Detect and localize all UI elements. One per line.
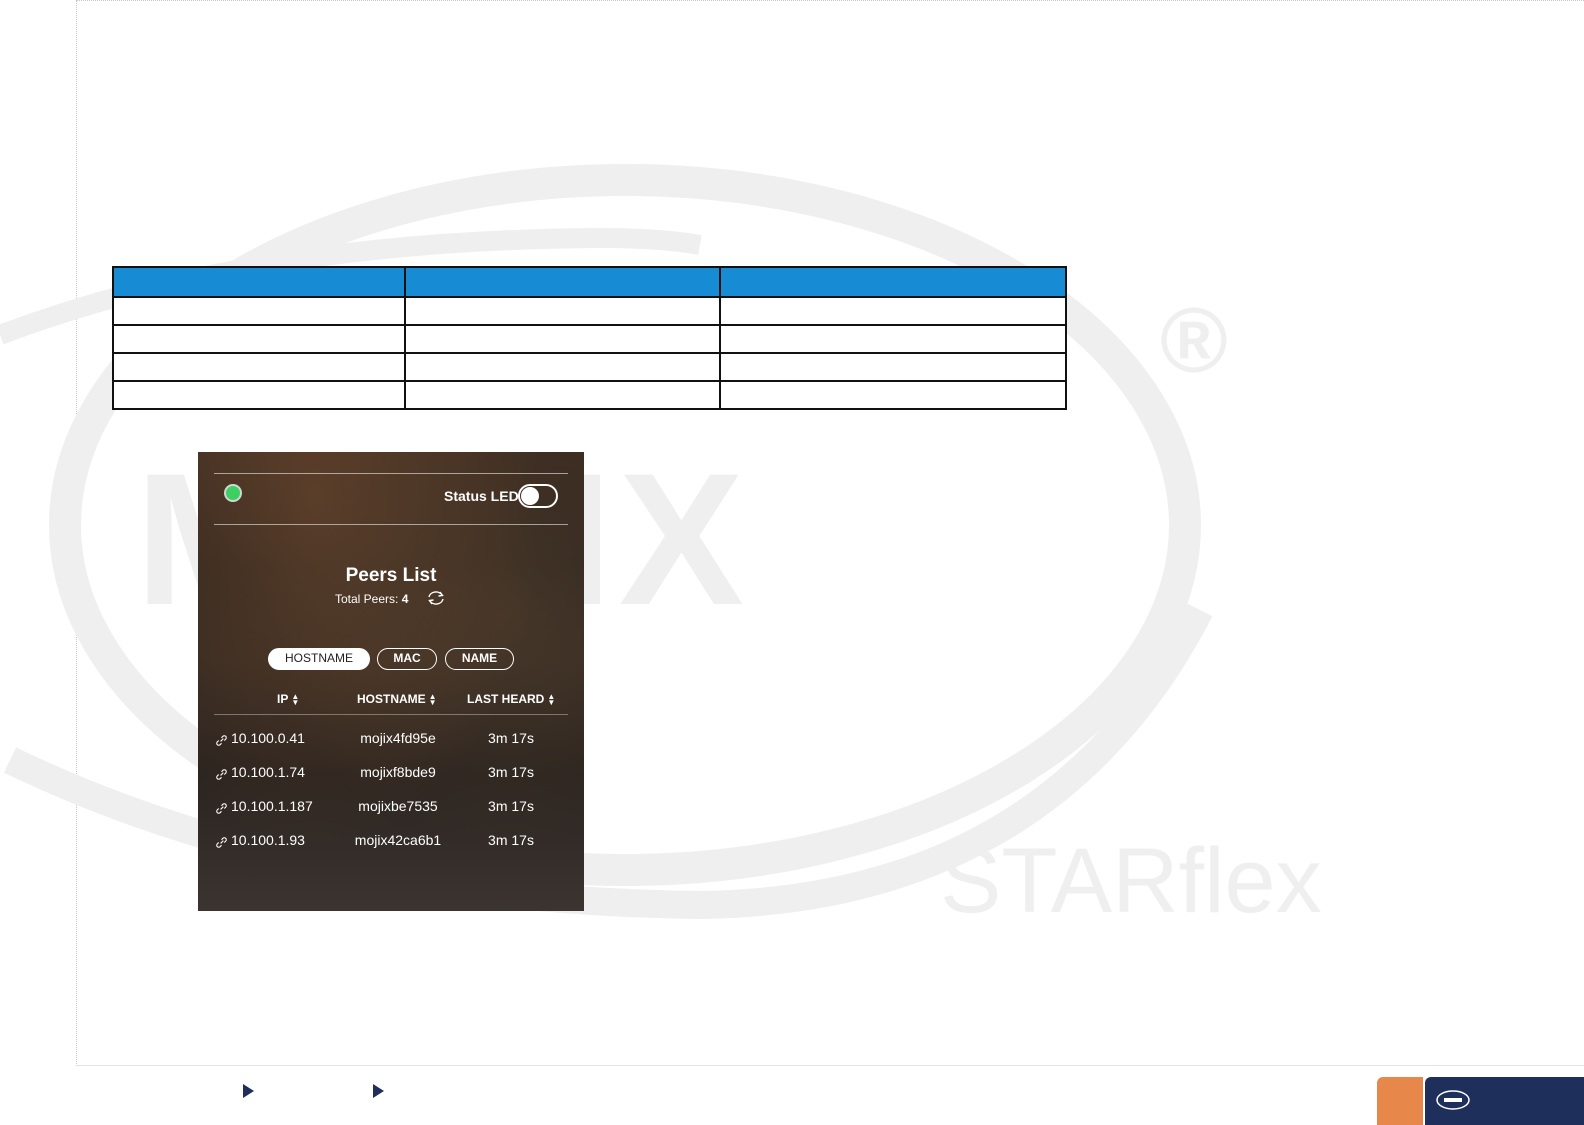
mojix-logo-icon <box>1436 1090 1470 1110</box>
refresh-icon[interactable] <box>426 588 446 608</box>
table-row: 10.100.1.74 mojixf8bde9 3m 17s <box>198 764 584 794</box>
table-row <box>112 296 1067 326</box>
footer-brand-bar <box>1425 1077 1584 1125</box>
table-cell <box>404 352 721 382</box>
table-row: 10.100.1.187 mojixbe7535 3m 17s <box>198 798 584 828</box>
toggle-knob <box>521 487 539 505</box>
total-peers-label: Total Peers: <box>335 592 399 606</box>
table-row <box>112 324 1067 354</box>
divider <box>214 714 568 715</box>
table-cell <box>719 324 1067 354</box>
divider <box>214 473 568 474</box>
table-cell <box>404 296 721 326</box>
table-cell <box>719 380 1067 410</box>
link-icon[interactable] <box>215 768 228 781</box>
column-header-ip[interactable]: IP ▲ ▼ <box>277 692 299 706</box>
link-icon[interactable] <box>215 802 228 815</box>
table-header-cell <box>404 266 721 298</box>
table-row <box>112 352 1067 382</box>
table-row <box>112 380 1067 410</box>
table-cell <box>112 352 406 382</box>
breadcrumb-arrow-icon <box>243 1084 254 1098</box>
peer-ip: 10.100.1.187 <box>231 798 313 814</box>
table-cell <box>404 380 721 410</box>
breadcrumb-arrow-icon <box>373 1084 384 1098</box>
divider <box>214 524 568 525</box>
table-cell <box>112 296 406 326</box>
column-header-hostname[interactable]: HOSTNAME ▲ ▼ <box>357 692 437 706</box>
status-led-label: Status LED <box>444 488 519 504</box>
filter-mac-button[interactable]: MAC <box>377 648 437 670</box>
column-header-label: HOSTNAME <box>357 692 426 706</box>
link-icon[interactable] <box>215 734 228 747</box>
peer-last-heard: 3m 17s <box>488 832 534 848</box>
peers-panel-screenshot: Status LED Peers List Total Peers: 4 HOS… <box>198 452 584 911</box>
filter-hostname-button[interactable]: HOSTNAME <box>268 648 370 670</box>
status-led-indicator <box>224 484 242 502</box>
peer-ip: 10.100.0.41 <box>231 730 305 746</box>
table-cell <box>404 324 721 354</box>
peer-last-heard: 3m 17s <box>488 764 534 780</box>
total-peers-count: 4 <box>401 592 409 606</box>
column-header-label: LAST HEARD <box>467 692 545 706</box>
column-header-label: IP <box>277 692 289 706</box>
column-header-last-heard[interactable]: LAST HEARD ▲ ▼ <box>467 692 555 706</box>
peer-ip: 10.100.1.74 <box>231 764 305 780</box>
table-cell <box>112 380 406 410</box>
table-cell <box>112 324 406 354</box>
peer-hostname: mojixf8bde9 <box>360 764 436 780</box>
info-table <box>112 266 1067 410</box>
peer-hostname: mojixbe7535 <box>358 798 438 814</box>
sort-icon: ▲ ▼ <box>428 691 437 707</box>
sort-icon: ▲ ▼ <box>291 691 300 707</box>
page-number-badge <box>1377 1077 1423 1125</box>
table-cell <box>719 352 1067 382</box>
table-header-cell <box>719 266 1067 298</box>
peer-ip: 10.100.1.93 <box>231 832 305 848</box>
table-row: 10.100.0.41 mojix4fd95e 3m 17s <box>198 730 584 760</box>
peer-hostname: mojix42ca6b1 <box>354 832 442 848</box>
table-header-row <box>112 266 1067 298</box>
table-header-cell <box>112 266 406 298</box>
status-led-toggle[interactable] <box>518 484 558 508</box>
filter-name-button[interactable]: NAME <box>445 648 514 670</box>
table-cell <box>719 296 1067 326</box>
total-peers: Total Peers: 4 <box>335 592 408 606</box>
peer-hostname: mojix4fd95e <box>360 730 436 746</box>
table-row: 10.100.1.93 mojix42ca6b1 3m 17s <box>198 832 584 862</box>
peer-last-heard: 3m 17s <box>488 730 534 746</box>
peers-list-title: Peers List <box>345 565 437 586</box>
sort-icon: ▲ ▼ <box>547 691 556 707</box>
link-icon[interactable] <box>215 836 228 849</box>
peer-last-heard: 3m 17s <box>488 798 534 814</box>
